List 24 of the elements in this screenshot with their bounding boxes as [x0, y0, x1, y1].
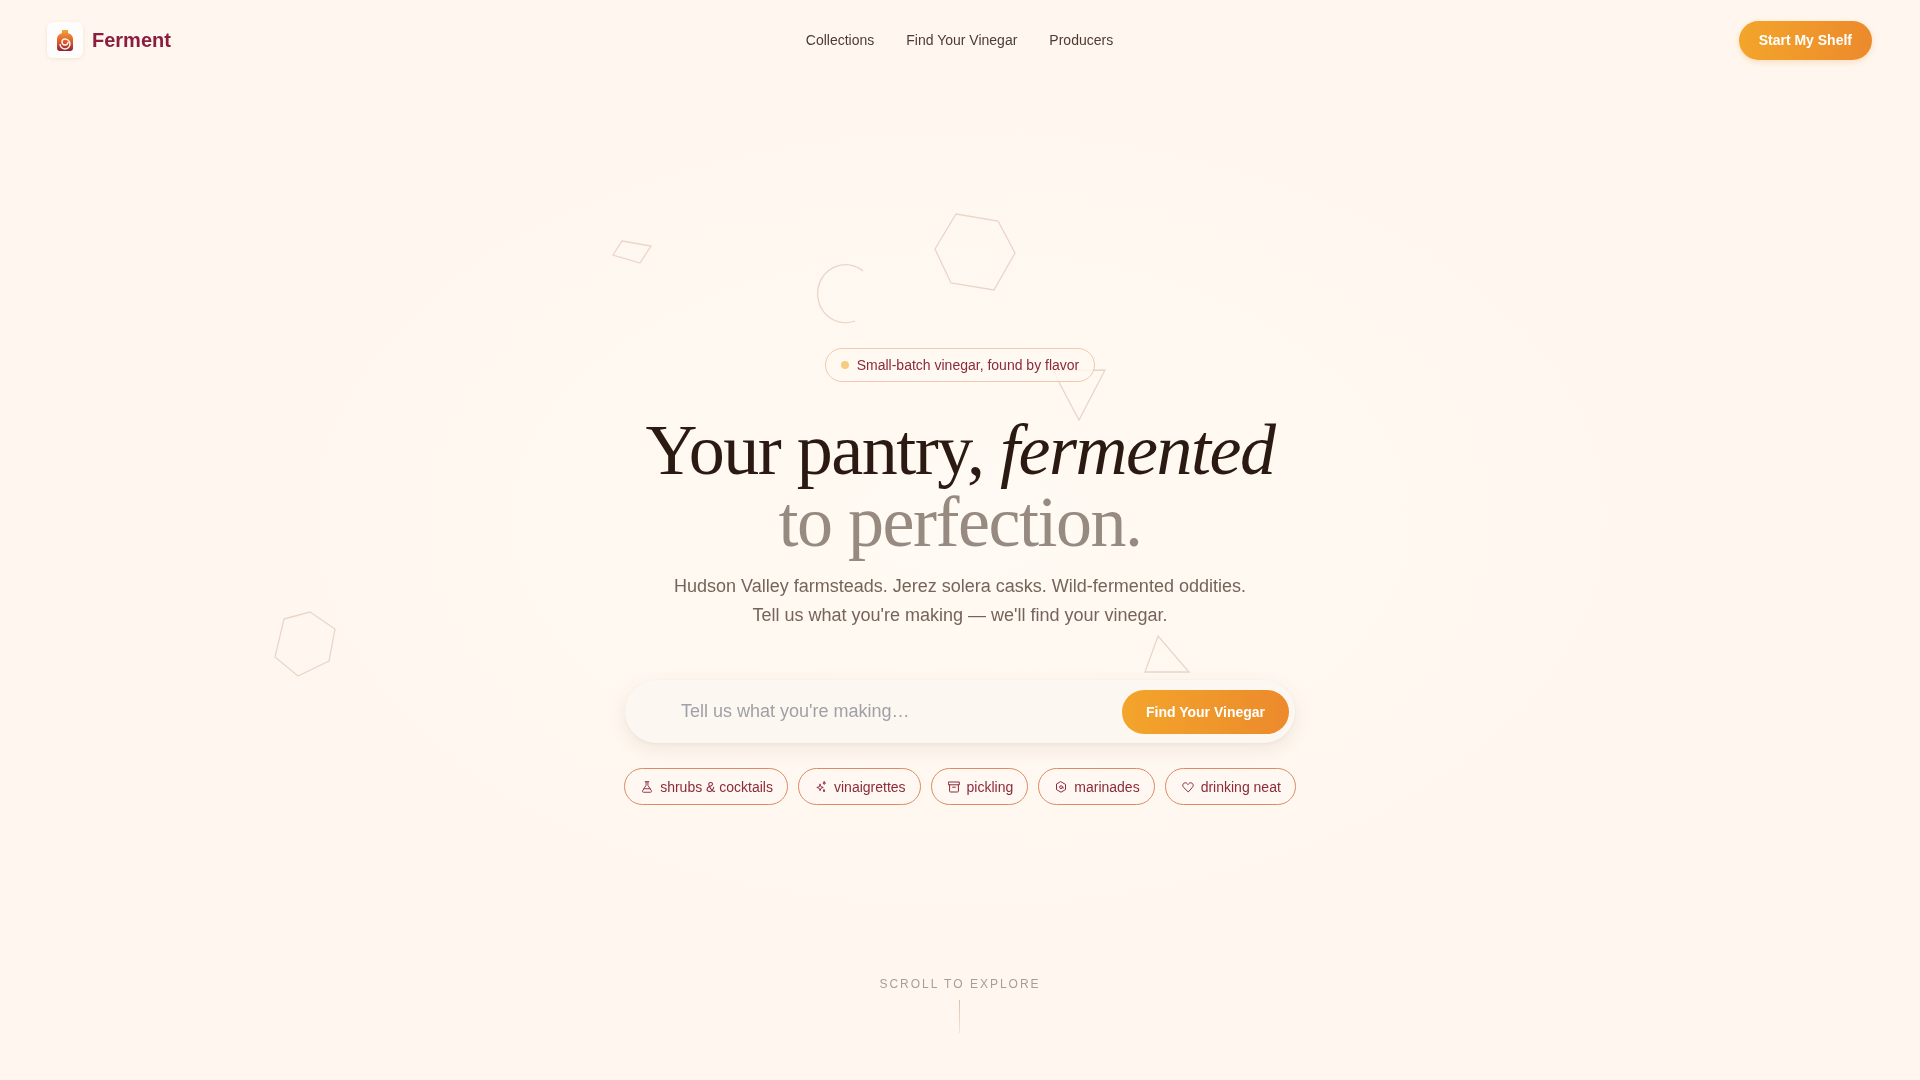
suggestion-chip[interactable]: drinking neat [1164, 768, 1296, 805]
diamond-outline [612, 240, 652, 264]
suggestion-chip[interactable]: vinaigrettes [798, 768, 921, 805]
badge-text: Small-batch vinegar, found by flavor [856, 357, 1080, 373]
flask-icon [641, 780, 654, 793]
triangle-outline [1144, 635, 1190, 673]
box-icon [947, 780, 960, 793]
suggestion-chip[interactable]: pickling [930, 768, 1029, 805]
status-dot-icon [840, 361, 849, 369]
nav-link[interactable]: Collections [805, 32, 875, 48]
search-input[interactable]: Tell us what you're making… [681, 691, 1122, 732]
scroll-hint: SCROLL TO EXPLORE [879, 977, 1041, 991]
hexagon-outline [274, 611, 336, 677]
swirl-icon [1055, 780, 1068, 793]
brand-name[interactable]: Ferment [92, 28, 171, 52]
nav-link[interactable]: Producers [1049, 32, 1114, 48]
hero-subtitle: Hudson Valley farmsteads. Jerez solera casks. Wild-fermented oddities. Tell us what you're making — we'll find your vinegar. [673, 575, 1247, 627]
sparkles-icon [815, 780, 827, 793]
suggestion-chip[interactable]: shrubs & cocktails [624, 768, 788, 805]
scroll-line-indicator [959, 1000, 961, 1033]
jar-logo-icon[interactable] [47, 22, 83, 58]
nav-link[interactable]: Find Your Vinegar [906, 32, 1018, 48]
suggestion-chip[interactable]: marinades [1038, 768, 1155, 805]
heart-icon [1181, 780, 1194, 793]
